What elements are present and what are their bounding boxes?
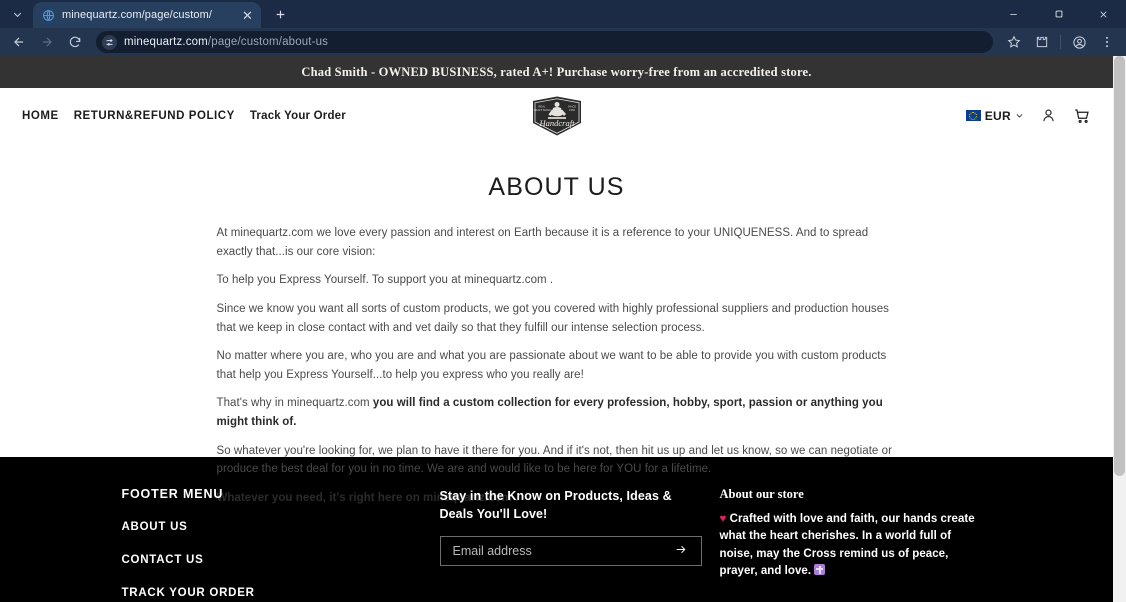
minimize-button[interactable] (991, 0, 1036, 28)
url-host: minequartz.com (124, 36, 208, 48)
maximize-icon (1055, 10, 1062, 18)
browser-menu-button[interactable] (1094, 29, 1120, 55)
close-icon[interactable]: ✕ (240, 8, 255, 23)
forward-arrow-icon (42, 37, 52, 47)
footer-menu-column: FOOTER MENU ABOUT US CONTACT US TRACK YO… (122, 487, 422, 602)
paragraph-1: At minequartz.com we love every passion … (216, 227, 869, 258)
email-input[interactable] (452, 544, 665, 559)
site-logo[interactable]: REAL CRAFTSMAN SINCE 1982 Handcraft (528, 94, 586, 138)
main-navigation: HOME RETURN&REFUND POLICY Track Your Ord… (22, 110, 346, 122)
header-actions: EUR (965, 107, 1091, 125)
red-heart-emoji: ♥ (719, 513, 727, 525)
currency-selector[interactable]: EUR (965, 108, 1024, 123)
reload-icon (69, 36, 81, 48)
about-store-text: ♥ Crafted with love and faith, our hands… (720, 511, 982, 581)
footer-link-track-your-order[interactable]: TRACK YOUR ORDER (122, 587, 422, 599)
globe-icon (42, 9, 55, 22)
page-title: ABOUT US (488, 173, 625, 201)
eu-flag-icon (965, 110, 981, 121)
scrollbar-thumb[interactable] (1114, 56, 1125, 476)
footer-columns: FOOTER MENU ABOUT US CONTACT US TRACK YO… (122, 487, 992, 602)
about-store-body: Crafted with love and faith, our hands c… (719, 513, 975, 578)
account-circle-icon (1072, 35, 1086, 49)
paragraph-2: To help you Express Yourself. To support… (216, 274, 554, 287)
cart-button[interactable] (1073, 107, 1091, 125)
chevron-down-icon (13, 12, 21, 17)
nav-link-return-refund-policy[interactable]: RETURN&REFUND POLICY (74, 110, 235, 122)
url-text: minequartz.com/page/custom/about-us (124, 36, 328, 48)
window-controls (991, 0, 1126, 28)
maximize-button[interactable] (1036, 0, 1081, 28)
account-button[interactable] (1040, 107, 1057, 124)
browser-tab[interactable]: minequartz.com/page/custom/ ✕ (33, 2, 261, 28)
page-viewport: Chad Smith - OWNED BUSINESS, rated A+! P… (0, 56, 1126, 602)
url-path: /page/custom/about-us (207, 36, 329, 48)
nav-link-home[interactable]: HOME (22, 110, 59, 122)
minimize-icon (1010, 13, 1017, 15)
page-scrollbar[interactable] (1113, 56, 1126, 602)
svg-text:REAL: REAL (538, 104, 546, 108)
svg-text:CRAFTSMAN: CRAFTSMAN (533, 108, 550, 112)
footer-link-contact-us[interactable]: CONTACT US (122, 554, 422, 566)
browser-window: minequartz.com/page/custom/ ✕ minequartz… (0, 0, 1126, 602)
profile-button[interactable] (1066, 29, 1092, 55)
newsletter-title: Stay in the Know on Products, Ideas & De… (439, 489, 672, 522)
svg-text:SINCE: SINCE (567, 104, 576, 108)
extensions-button[interactable] (1029, 29, 1055, 55)
nav-link-track-your-order[interactable]: Track Your Order (250, 110, 346, 122)
main-content: ABOUT US At minequartz.com we love every… (0, 143, 1113, 504)
newsletter-submit-button[interactable] (665, 543, 689, 559)
plus-icon (276, 10, 284, 18)
address-bar[interactable]: minequartz.com/page/custom/about-us (96, 31, 993, 53)
browser-toolbar: minequartz.com/page/custom/about-us (0, 28, 1126, 56)
svg-text:Handcraft: Handcraft (538, 118, 575, 128)
about-store-column: About our store ♥ Crafted with love and … (720, 487, 982, 602)
paragraph-5-plain: That's why in minequartz.com (216, 397, 373, 410)
bookmark-button[interactable] (1001, 29, 1027, 55)
site-header: HOME RETURN&REFUND POLICY Track Your Ord… (0, 88, 1113, 143)
star-icon (1007, 35, 1021, 48)
announcement-bar: Chad Smith - OWNED BUSINESS, rated A+! P… (0, 56, 1113, 88)
chevron-down-icon (1016, 114, 1023, 118)
reload-button[interactable] (62, 29, 88, 55)
back-arrow-icon (14, 37, 24, 47)
newsletter-column: Stay in the Know on Products, Ideas & De… (439, 487, 702, 602)
tune-icon[interactable] (102, 34, 117, 50)
close-button[interactable] (1081, 0, 1126, 28)
paragraph-3: Since we know you want all sorts of cust… (216, 302, 889, 334)
paragraph-4: No matter where you are, who you are and… (216, 350, 887, 381)
page-content: Chad Smith - OWNED BUSINESS, rated A+! P… (0, 56, 1113, 602)
tab-strip: minequartz.com/page/custom/ ✕ (0, 0, 1126, 28)
about-store-title: About our store (719, 487, 804, 501)
close-icon (1100, 10, 1107, 18)
svg-text:1982: 1982 (568, 108, 575, 112)
arrow-right-icon (676, 546, 685, 554)
tab-title: minequartz.com/page/custom/ (62, 9, 213, 21)
footer-link-about-us[interactable]: ABOUT US (122, 521, 422, 533)
three-dot-menu-icon (1106, 36, 1108, 48)
tab-search-button[interactable] (4, 1, 30, 27)
puzzle-icon (1036, 36, 1048, 48)
toolbar-divider (1060, 35, 1061, 49)
paragraph-5: That's why in minequartz.com you will fi… (217, 394, 897, 431)
back-button[interactable] (6, 29, 32, 55)
currency-code: EUR (984, 108, 1011, 123)
shopping-cart-icon (1075, 108, 1089, 123)
newsletter-form (439, 536, 702, 567)
latin-cross-emoji (814, 564, 826, 576)
account-icon (1043, 109, 1054, 122)
handcraft-badge-logo: REAL CRAFTSMAN SINCE 1982 Handcraft (532, 96, 581, 135)
forward-button[interactable] (34, 29, 60, 55)
footer-menu-title: FOOTER MENU (121, 487, 224, 501)
new-tab-button[interactable] (267, 1, 293, 27)
